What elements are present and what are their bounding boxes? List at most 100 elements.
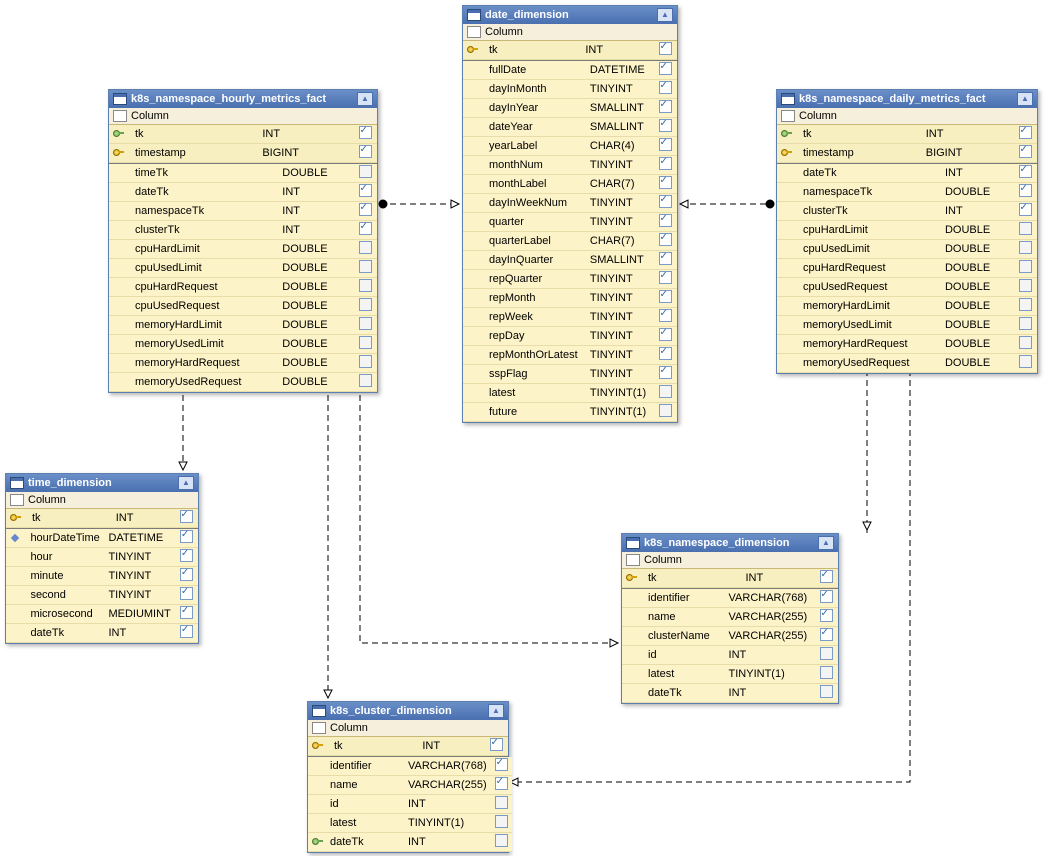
column-check[interactable] (175, 548, 198, 567)
key-row[interactable]: tkINT (109, 125, 377, 144)
table-title-bar[interactable]: k8s_namespace_dimension▲ (622, 534, 838, 552)
column-check[interactable] (653, 308, 677, 327)
column-check[interactable] (491, 833, 512, 852)
column-check[interactable] (1013, 297, 1037, 316)
table-title-bar[interactable]: k8s_cluster_dimension▲ (308, 702, 508, 720)
column-check[interactable] (1013, 278, 1037, 297)
column-row[interactable]: clusterTkINT (109, 221, 377, 240)
collapse-icon[interactable]: ▲ (357, 92, 373, 106)
column-row[interactable]: hourTINYINT (6, 548, 198, 567)
column-check[interactable] (1013, 125, 1037, 144)
column-check[interactable] (484, 737, 508, 756)
column-row[interactable]: sspFlagTINYINT (463, 365, 677, 384)
table-cluster[interactable]: k8s_cluster_dimension▲ColumntkINTidentif… (307, 701, 509, 853)
column-row[interactable]: dateYearSMALLINT (463, 118, 677, 137)
column-row[interactable]: cpuUsedRequestDOUBLE (777, 278, 1037, 297)
column-row[interactable]: repQuarterTINYINT (463, 270, 677, 289)
column-check[interactable] (814, 608, 838, 627)
column-row[interactable]: fullDateDATETIME (463, 61, 677, 80)
column-check[interactable] (491, 757, 512, 776)
column-row[interactable]: memoryHardLimitDOUBLE (777, 297, 1037, 316)
column-row[interactable]: idINT (308, 795, 512, 814)
column-check[interactable] (353, 144, 377, 163)
column-row[interactable]: quarterLabelCHAR(7) (463, 232, 677, 251)
column-check[interactable] (653, 232, 677, 251)
column-check[interactable] (1013, 183, 1037, 202)
column-check[interactable] (653, 118, 677, 137)
column-check[interactable] (1013, 335, 1037, 354)
column-check[interactable] (653, 270, 677, 289)
column-row[interactable]: cpuUsedLimitDOUBLE (109, 259, 377, 278)
column-row[interactable]: namespaceTkDOUBLE (777, 183, 1037, 202)
column-row[interactable]: latestTINYINT(1) (308, 814, 512, 833)
column-row[interactable]: hourDateTimeDATETIME (6, 529, 198, 548)
column-check[interactable] (353, 183, 377, 202)
column-row[interactable]: memoryHardLimitDOUBLE (109, 316, 377, 335)
column-check[interactable] (653, 365, 677, 384)
column-check[interactable] (814, 684, 838, 703)
column-check[interactable] (653, 99, 677, 118)
column-row[interactable]: clusterNameVARCHAR(255) (622, 627, 838, 646)
column-check[interactable] (491, 776, 512, 795)
key-row[interactable]: tkINT (777, 125, 1037, 144)
key-row[interactable]: timestampBIGINT (777, 144, 1037, 163)
column-row[interactable]: cpuUsedRequestDOUBLE (109, 297, 377, 316)
collapse-icon[interactable]: ▲ (657, 8, 673, 22)
column-row[interactable]: repMonthTINYINT (463, 289, 677, 308)
column-check[interactable] (353, 240, 377, 259)
column-row[interactable]: identifierVARCHAR(768) (622, 589, 838, 608)
column-row[interactable]: nameVARCHAR(255) (622, 608, 838, 627)
column-row[interactable]: memoryHardRequestDOUBLE (777, 335, 1037, 354)
column-check[interactable] (653, 194, 677, 213)
column-check[interactable] (491, 795, 512, 814)
column-check[interactable] (653, 251, 677, 270)
column-check[interactable] (353, 259, 377, 278)
column-row[interactable]: repMonthOrLatestTINYINT (463, 346, 677, 365)
column-check[interactable] (175, 529, 198, 548)
column-row[interactable]: memoryHardRequestDOUBLE (109, 354, 377, 373)
collapse-icon[interactable]: ▲ (1017, 92, 1033, 106)
column-check[interactable] (353, 125, 377, 144)
column-row[interactable]: latestTINYINT(1) (622, 665, 838, 684)
column-row[interactable]: timeTkDOUBLE (109, 164, 377, 183)
column-check[interactable] (653, 346, 677, 365)
column-check[interactable] (814, 589, 838, 608)
column-check[interactable] (653, 137, 677, 156)
column-check[interactable] (1013, 221, 1037, 240)
table-title-bar[interactable]: date_dimension▲ (463, 6, 677, 24)
column-row[interactable]: dateTkINT (109, 183, 377, 202)
column-check[interactable] (175, 567, 198, 586)
column-check[interactable] (353, 278, 377, 297)
column-row[interactable]: monthNumTINYINT (463, 156, 677, 175)
column-check[interactable] (353, 316, 377, 335)
column-check[interactable] (353, 221, 377, 240)
collapse-icon[interactable]: ▲ (488, 704, 504, 718)
column-row[interactable]: yearLabelCHAR(4) (463, 137, 677, 156)
table-hourly[interactable]: k8s_namespace_hourly_metrics_fact▲Column… (108, 89, 378, 393)
table-daily[interactable]: k8s_namespace_daily_metrics_fact▲Columnt… (776, 89, 1038, 374)
column-row[interactable]: dateTkINT (308, 833, 512, 852)
column-row[interactable]: dateTkINT (622, 684, 838, 703)
column-check[interactable] (653, 289, 677, 308)
column-row[interactable]: memoryUsedLimitDOUBLE (777, 316, 1037, 335)
key-row[interactable]: tkINT (6, 509, 198, 528)
column-row[interactable]: minuteTINYINT (6, 567, 198, 586)
column-check[interactable] (653, 327, 677, 346)
table-time[interactable]: time_dimension▲ColumntkINThourDateTimeDA… (5, 473, 199, 644)
column-check[interactable] (1013, 240, 1037, 259)
column-row[interactable]: cpuUsedLimitDOUBLE (777, 240, 1037, 259)
column-check[interactable] (1013, 202, 1037, 221)
column-check[interactable] (814, 569, 838, 588)
column-row[interactable]: dayInYearSMALLINT (463, 99, 677, 118)
column-check[interactable] (653, 403, 677, 422)
column-check[interactable] (1013, 316, 1037, 335)
column-row[interactable]: dayInMonthTINYINT (463, 80, 677, 99)
column-row[interactable]: memoryUsedRequestDOUBLE (777, 354, 1037, 373)
column-check[interactable] (175, 605, 198, 624)
column-row[interactable]: dateTkINT (6, 624, 198, 643)
column-row[interactable]: repWeekTINYINT (463, 308, 677, 327)
column-check[interactable] (353, 373, 377, 392)
column-check[interactable] (174, 509, 198, 528)
table-title-bar[interactable]: k8s_namespace_hourly_metrics_fact▲ (109, 90, 377, 108)
column-row[interactable]: clusterTkINT (777, 202, 1037, 221)
